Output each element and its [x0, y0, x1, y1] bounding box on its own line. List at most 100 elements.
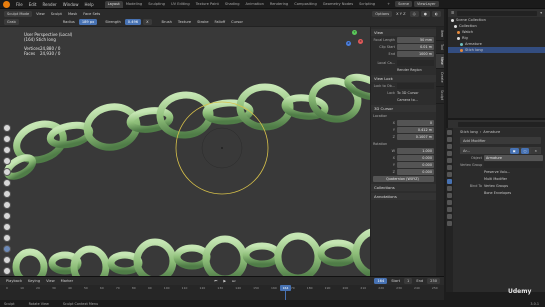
flatten-tool-icon[interactable]: [3, 223, 11, 231]
clip-start-field[interactable]: 0.01 m: [397, 44, 434, 50]
tab-scripting[interactable]: Scripting: [356, 1, 378, 8]
strength-field[interactable]: 0.496: [124, 19, 142, 25]
add-modifier-button[interactable]: Add Modifier: [460, 137, 541, 144]
gizmo-z-icon[interactable]: Z: [346, 41, 351, 46]
vertex-groups-checkbox[interactable]: Vertex Groups: [484, 183, 508, 189]
menu-view-timeline[interactable]: View: [43, 279, 58, 283]
tab-texture-paint[interactable]: Texture Paint: [193, 1, 222, 8]
menu-face-sets[interactable]: Face Sets: [80, 12, 103, 16]
tab-sculpt[interactable]: Sculpt: [436, 87, 444, 104]
view-layer-props-icon[interactable]: [447, 151, 452, 156]
blender-logo-icon[interactable]: [3, 0, 10, 8]
cursor-rot-w-field[interactable]: 1.000: [397, 148, 434, 154]
menu-keying[interactable]: Keying: [25, 279, 43, 283]
tab-rendering[interactable]: Rendering: [267, 1, 291, 8]
tab-compositing[interactable]: Compositing: [291, 1, 320, 8]
outliner-funnel-icon[interactable]: ▾: [540, 11, 542, 15]
outliner-search-input[interactable]: [457, 10, 538, 16]
brush-menu[interactable]: Brush: [159, 20, 175, 24]
lock-to-object-field[interactable]: [397, 83, 434, 89]
navigation-gizmo[interactable]: X Y Z: [342, 29, 366, 53]
cursor-rot-x-field[interactable]: 0.000: [397, 155, 434, 161]
scene-selector[interactable]: Scene: [395, 1, 413, 7]
particles-props-icon[interactable]: [447, 186, 452, 191]
fill-tool-icon[interactable]: [3, 234, 11, 242]
menu-sculpt[interactable]: Sculpt: [48, 12, 65, 16]
gizmo-x-icon[interactable]: X: [358, 39, 363, 44]
x-mirror-toggle[interactable]: X: [143, 19, 152, 25]
tab-animation[interactable]: Animation: [243, 1, 267, 8]
thumb-tool-icon[interactable]: [3, 267, 11, 275]
constraints-props-icon[interactable]: [447, 200, 452, 205]
falloff-menu[interactable]: Falloff: [212, 20, 229, 24]
vertex-group-field[interactable]: [484, 162, 543, 168]
layer-tool-icon[interactable]: [3, 168, 11, 176]
focal-length-field[interactable]: 50 mm: [397, 37, 434, 43]
crease-tool-icon[interactable]: [3, 201, 11, 209]
symmetry-axes[interactable]: X Y Z: [393, 12, 408, 16]
cursor-rot-y-field[interactable]: 0.000: [397, 162, 434, 168]
preserve-volume-checkbox[interactable]: Preserve Volu...: [484, 169, 510, 175]
annotations-header[interactable]: Annotations: [371, 193, 436, 200]
mode-selector[interactable]: Sculpt Mode: [4, 10, 33, 17]
cursor-menu[interactable]: Cursor: [228, 20, 246, 24]
tab-tool[interactable]: Tool: [436, 41, 444, 55]
tab-item[interactable]: Item: [436, 27, 444, 42]
local-camera-field[interactable]: [397, 60, 434, 66]
clay-strips-tool-icon[interactable]: [3, 157, 11, 165]
gizmo-y-icon[interactable]: Y: [352, 30, 357, 35]
jump-end-icon[interactable]: ⏭: [229, 279, 238, 283]
tab-geometry-nodes[interactable]: Geometry Nodes: [320, 1, 356, 8]
inflate-tool-icon[interactable]: [3, 179, 11, 187]
scene-props-icon[interactable]: [447, 158, 452, 163]
menu-marker[interactable]: Marker: [58, 279, 76, 283]
draw-sharp-tool-icon[interactable]: [3, 135, 11, 143]
tab-uv-editing[interactable]: UV Editing: [168, 1, 193, 8]
jump-start-icon[interactable]: ⏮: [211, 279, 220, 283]
multi-modifier-checkbox[interactable]: Multi Modifier: [484, 176, 507, 182]
data-props-icon[interactable]: [447, 207, 452, 212]
stroke-menu[interactable]: Stroke: [194, 20, 211, 24]
material-props-icon[interactable]: [447, 214, 452, 219]
grab-tool-icon[interactable]: [3, 245, 11, 253]
end-frame-field[interactable]: 250: [427, 278, 441, 284]
current-frame-field[interactable]: 164: [374, 278, 388, 284]
menu-view[interactable]: View: [33, 12, 48, 16]
outliner-filter-icon[interactable]: ☰: [451, 11, 454, 15]
menu-playback[interactable]: Playback: [3, 279, 25, 283]
menu-window[interactable]: Window: [60, 0, 82, 9]
overlay-toggle[interactable]: ◎: [409, 10, 419, 17]
modifier-viewport-toggle[interactable]: ▢: [520, 147, 530, 154]
modifier-header[interactable]: Ar... ▣ ▢ ✕: [460, 147, 541, 154]
texture-props-icon[interactable]: [447, 221, 452, 226]
menu-mask[interactable]: Mask: [65, 12, 80, 16]
menu-edit[interactable]: Edit: [26, 0, 40, 9]
tab-layout[interactable]: Layout: [104, 1, 123, 8]
object-props-icon[interactable]: [447, 172, 452, 177]
clip-end-field[interactable]: 1000 m: [397, 51, 434, 57]
view-section-header[interactable]: View: [371, 29, 436, 36]
camera-to-view-checkbox[interactable]: Camera to...: [397, 97, 418, 103]
render-props-icon[interactable]: [447, 137, 452, 142]
cursor-rot-z-field[interactable]: 0.000: [397, 169, 434, 175]
tab-modeling[interactable]: Modeling: [123, 1, 145, 8]
draw-tool-icon[interactable]: [3, 124, 11, 132]
menu-help[interactable]: Help: [81, 0, 96, 9]
smooth-tool-icon[interactable]: [3, 212, 11, 220]
cursor-loc-y-field[interactable]: 0.412 m: [397, 127, 434, 133]
shading-rendered-button[interactable]: ◐: [431, 10, 441, 17]
tab-sculpting[interactable]: Sculpting: [145, 1, 168, 8]
menu-file[interactable]: File: [13, 0, 26, 9]
blob-tool-icon[interactable]: [3, 190, 11, 198]
modifier-props-icon[interactable]: [447, 179, 452, 184]
collections-header[interactable]: Collections: [371, 184, 436, 191]
menu-render[interactable]: Render: [39, 0, 59, 9]
lock-3d-cursor-checkbox[interactable]: To 3D Cursor: [397, 90, 419, 96]
shading-solid-button[interactable]: ●: [420, 10, 430, 17]
play-icon[interactable]: ▶: [220, 279, 229, 283]
render-region-row[interactable]: Render Region: [371, 67, 436, 73]
bone-envelopes-checkbox[interactable]: Bone Envelopes: [484, 190, 511, 196]
timeline-ruler[interactable]: 0 10 20 30 40 50 60 70 80 90 100 110 120 130 140 150 160…: [0, 285, 444, 291]
start-frame-field[interactable]: 1: [404, 278, 413, 284]
cursor-loc-z-field[interactable]: 0.1007 m: [397, 134, 434, 140]
